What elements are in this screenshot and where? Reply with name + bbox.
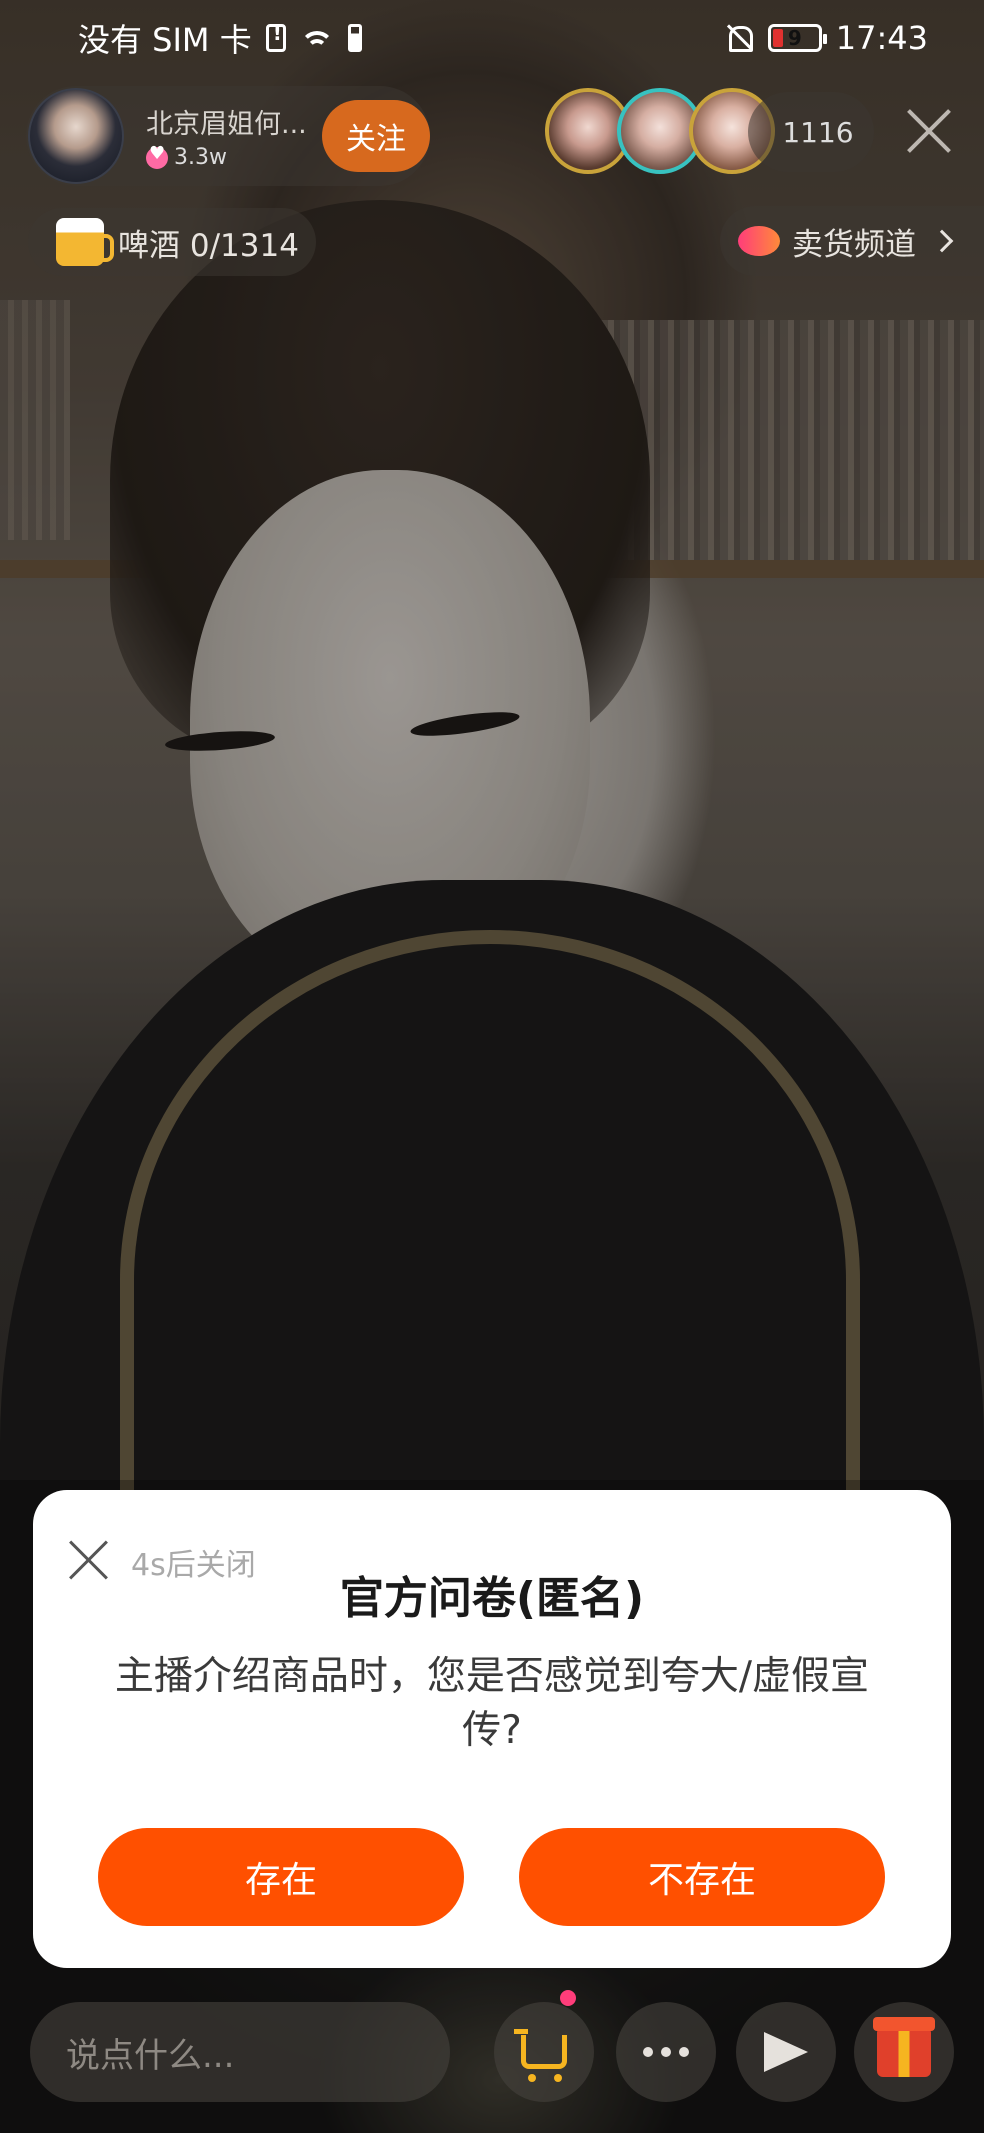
survey-title: 官方问卷(匿名) [339,1573,645,1624]
battery-level: 9 [787,26,802,50]
beer-goal-label: 啤酒 0/1314 [118,227,299,264]
survey-dialog: 4s后关闭 官方问卷(匿名) 主播介绍商品时，您是否感觉到夸大/虚假宣传? 存在… [33,1490,951,1968]
wifi-icon [299,25,334,51]
battery-saver-icon [347,24,362,52]
share-button[interactable] [736,2002,836,2102]
mute-bell-icon [724,23,754,53]
beer-icon [56,218,114,266]
host-avatar[interactable] [28,88,124,184]
gift-button[interactable] [854,2002,954,2102]
notification-dot [560,1990,576,2006]
chevron-right-icon [930,229,954,253]
host-likes: 3.3w [146,143,307,170]
answer-no-button[interactable]: 不存在 [519,1828,885,1926]
battery-icon: 9 [767,24,827,52]
more-button[interactable] [616,2002,716,2102]
status-bar: 没有 SIM 卡 9 17:43 [0,0,984,76]
comment-input[interactable]: 说点什么... [30,2002,450,2102]
top-viewers[interactable] [545,88,775,174]
sell-channel-label: 卖货频道 [792,226,916,263]
cart-icon [514,2029,567,2082]
share-icon [764,2032,808,2072]
answer-yes-button[interactable]: 存在 [98,1828,464,1926]
host-name: 北京眉姐何... [146,109,307,140]
gift-icon [873,2017,935,2077]
host-likes-count: 3.3w [174,145,227,170]
sim-alert-icon [265,21,286,52]
carrier-text: 没有 SIM 卡 [78,21,252,59]
follow-button[interactable]: 关注 [322,100,430,172]
close-icon[interactable] [904,106,954,156]
beer-gift-goal[interactable]: 啤酒 0/1314 [28,208,316,276]
viewer-count[interactable]: 1116 [748,92,874,172]
survey-question: 主播介绍商品时，您是否感觉到夸大/虚假宣传? [114,1654,870,1753]
cart-button[interactable] [494,2002,594,2102]
sell-channel-button[interactable]: 卖货频道 [720,206,984,276]
clock: 17:43 [835,19,928,57]
sell-channel-icon [738,226,780,256]
more-dots-icon [643,2047,689,2057]
heart-icon [146,143,168,169]
